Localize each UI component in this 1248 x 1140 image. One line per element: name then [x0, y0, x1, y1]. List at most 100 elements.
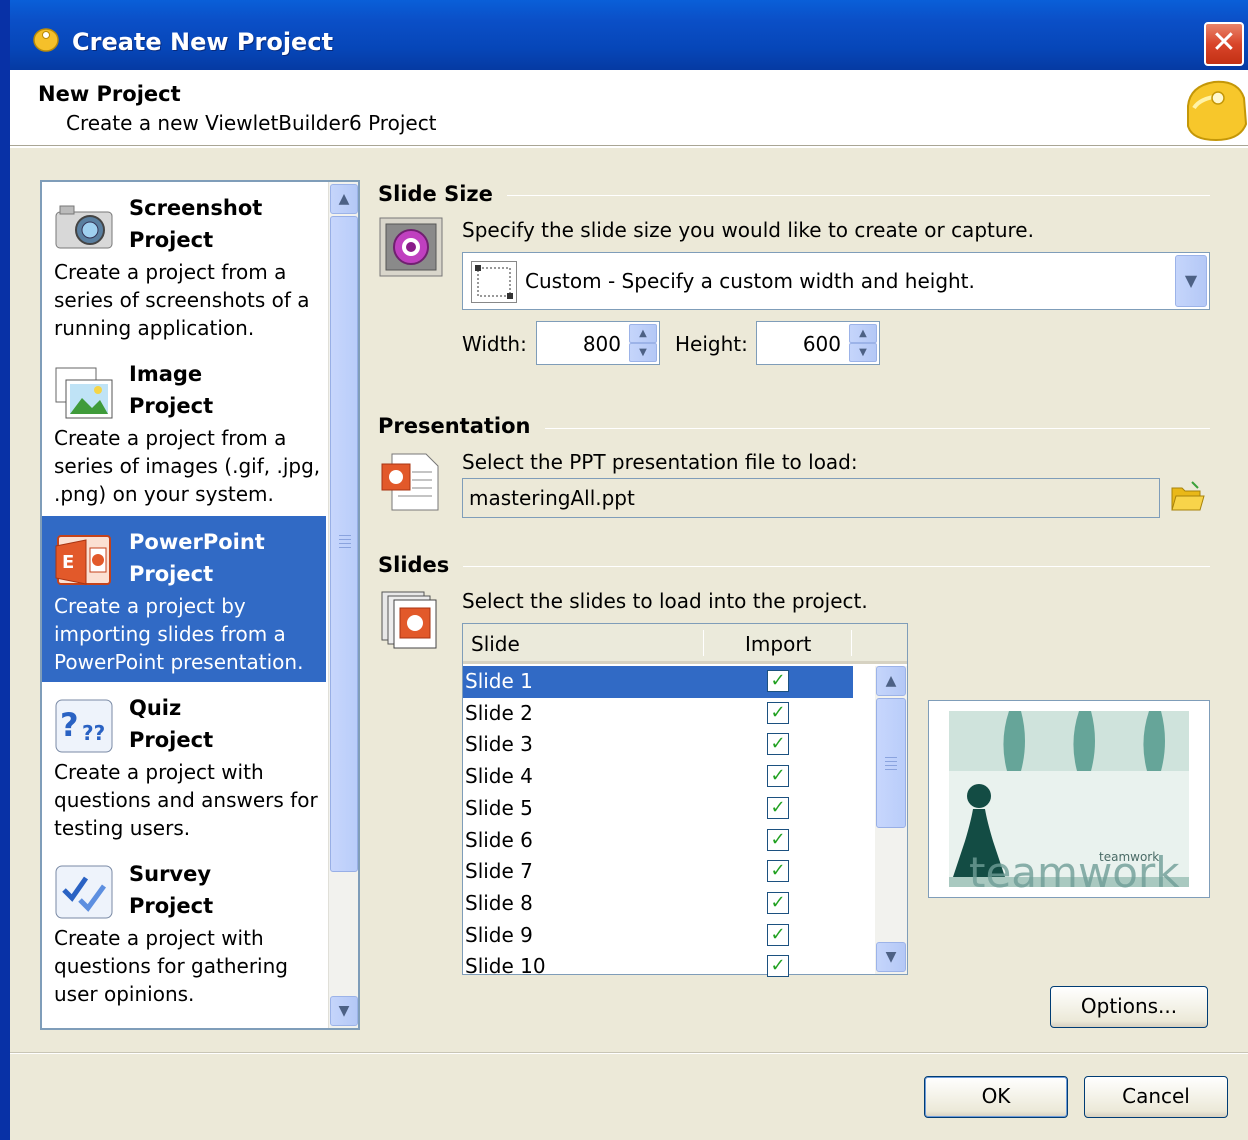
project-type-list[interactable]: Screenshot Project Create a project from …	[40, 180, 360, 1030]
scroll-down-button[interactable]: ▼	[330, 996, 358, 1026]
import-checkbox[interactable]: ✓	[767, 796, 789, 819]
chevron-up-icon: ▲	[338, 191, 350, 207]
project-title: PowerPoint Project	[129, 530, 265, 586]
width-increment-button[interactable]: ▲	[629, 324, 657, 343]
slide-preview-image: teamwork teamwork	[949, 711, 1189, 897]
project-title: Survey Project	[129, 862, 214, 918]
chevron-down-icon: ▼	[338, 1003, 350, 1019]
project-item-powerpoint[interactable]: E PowerPoint Project Create a project by …	[42, 516, 326, 682]
slide-preview: teamwork teamwork	[928, 700, 1210, 898]
chevron-down-icon: ▼	[1184, 271, 1198, 290]
survey-icon	[55, 865, 113, 919]
window-frame	[0, 70, 10, 1140]
table-row[interactable]: Slide 1 ✓	[463, 666, 853, 698]
height-stepper[interactable]: 600 ▲ ▼	[756, 321, 880, 365]
import-checkbox[interactable]: ✓	[767, 765, 789, 788]
chevron-down-icon: ▼	[859, 347, 867, 358]
table-header: Slide Import	[463, 624, 907, 664]
import-checkbox[interactable]: ✓	[767, 891, 789, 914]
table-row[interactable]: Slide 3 ✓	[463, 729, 853, 761]
import-checkbox[interactable]: ✓	[767, 828, 789, 851]
project-title: Screenshot Project	[129, 196, 263, 252]
open-folder-icon[interactable]	[1170, 480, 1206, 514]
image-icon	[55, 367, 113, 419]
chevron-down-icon: ▼	[885, 949, 897, 965]
header-title: New Project	[38, 82, 181, 106]
slide-name-cell: Slide 8	[465, 890, 533, 915]
chevron-up-icon: ▲	[859, 328, 867, 339]
slide-name-cell: Slide 6	[465, 827, 533, 852]
slides-scrollbar[interactable]: ▲ ▼	[875, 666, 907, 974]
scroll-up-button[interactable]: ▲	[876, 666, 906, 696]
scroll-up-button[interactable]: ▲	[330, 184, 358, 214]
column-header-import[interactable]: Import	[745, 632, 811, 656]
table-row[interactable]: Slide 5 ✓	[463, 793, 853, 825]
width-label: Width:	[462, 332, 527, 356]
slide-name-cell: Slide 9	[465, 922, 533, 947]
import-checkbox[interactable]: ✓	[767, 670, 789, 692]
presentation-instruction: Select the PPT presentation file to load…	[462, 450, 858, 474]
column-header-slide[interactable]: Slide	[471, 632, 520, 656]
ppt-file-value: masteringAll.ppt	[469, 486, 635, 510]
slide-size-instruction: Specify the slide size you would like to…	[462, 218, 1034, 242]
chevron-up-icon: ▲	[639, 328, 647, 339]
table-row[interactable]: Slide 2 ✓	[463, 698, 853, 730]
import-checkbox[interactable]: ✓	[767, 701, 789, 724]
slide-name-cell: Slide 5	[465, 795, 533, 820]
project-list-scrollbar[interactable]: ▲ ▼	[328, 182, 358, 1028]
slide-name-cell: Slide 3	[465, 732, 533, 757]
slide-name-cell: Slide 10	[465, 954, 546, 979]
project-title: Quiz Project	[129, 696, 214, 752]
project-title: Image Project	[129, 362, 214, 418]
slides-instruction: Select the slides to load into the proje…	[462, 589, 868, 613]
import-checkbox[interactable]: ✓	[767, 923, 789, 946]
slides-table[interactable]: Slide Import Slide 1 ✓ Slide 2 ✓ Slide 3 ✓ Sli…	[462, 623, 908, 978]
title-bar: Create New Project	[0, 0, 1248, 70]
ok-button[interactable]: OK	[924, 1076, 1068, 1118]
slide-name-cell: Slide 7	[465, 859, 533, 884]
slide-name-cell: Slide 4	[465, 764, 533, 789]
custom-size-icon	[471, 261, 517, 303]
width-stepper[interactable]: 800 ▲ ▼	[536, 321, 660, 365]
slide-name-cell: Slide 1	[465, 669, 533, 693]
close-button[interactable]: ✕	[1204, 22, 1244, 66]
scroll-thumb[interactable]	[876, 698, 906, 828]
table-row[interactable]: Slide 10 ✓	[463, 951, 853, 983]
slide-size-label: Slide Size	[378, 182, 507, 206]
header-separator	[10, 146, 1248, 148]
wizard-header: New Project Create a new ViewletBuilder6…	[10, 70, 1248, 146]
height-label: Height:	[675, 332, 748, 356]
scroll-thumb[interactable]	[330, 216, 358, 872]
height-increment-button[interactable]: ▲	[849, 324, 877, 343]
chevron-down-icon: ▼	[639, 347, 647, 358]
table-row[interactable]: Slide 7 ✓	[463, 856, 853, 888]
scroll-down-button[interactable]: ▼	[876, 942, 906, 972]
table-row[interactable]: Slide 8 ✓	[463, 888, 853, 920]
height-value: 600	[802, 332, 841, 356]
table-row[interactable]: Slide 4 ✓	[463, 761, 853, 793]
import-checkbox[interactable]: ✓	[767, 955, 789, 978]
project-description: Create a project with questions for gath…	[54, 926, 288, 1006]
cancel-button[interactable]: Cancel	[1084, 1076, 1228, 1118]
project-description: Create a project by importing slides fro…	[54, 594, 304, 674]
options-button[interactable]: Options...	[1050, 986, 1208, 1028]
import-checkbox[interactable]: ✓	[767, 733, 789, 756]
slide-size-dropdown[interactable]: Custom - Specify a custom width and heig…	[462, 252, 1210, 310]
dropdown-arrow-button[interactable]: ▼	[1175, 255, 1207, 307]
project-item-image[interactable]: Image Project Create a project from a ser…	[42, 348, 326, 516]
ppt-file-field[interactable]: masteringAll.ppt	[462, 478, 1160, 518]
import-checkbox[interactable]: ✓	[767, 860, 789, 883]
table-row[interactable]: Slide 6 ✓	[463, 825, 853, 857]
slide-size-icon	[379, 217, 443, 277]
project-item-screenshot[interactable]: Screenshot Project Create a project from …	[42, 182, 326, 348]
slide-name-cell: Slide 2	[465, 700, 533, 725]
chevron-up-icon: ▲	[885, 673, 897, 689]
dropdown-value: Custom - Specify a custom width and heig…	[525, 269, 975, 293]
height-decrement-button[interactable]: ▼	[849, 343, 877, 362]
project-item-quiz[interactable]: ? ?? Quiz Project Create a project with q…	[42, 682, 326, 848]
slides-label: Slides	[378, 553, 464, 577]
project-description: Create a project from a series of screen…	[54, 260, 310, 340]
project-item-survey[interactable]: Survey Project Create a project with ques…	[42, 848, 326, 1014]
table-row[interactable]: Slide 9 ✓	[463, 920, 853, 952]
width-decrement-button[interactable]: ▼	[629, 343, 657, 362]
